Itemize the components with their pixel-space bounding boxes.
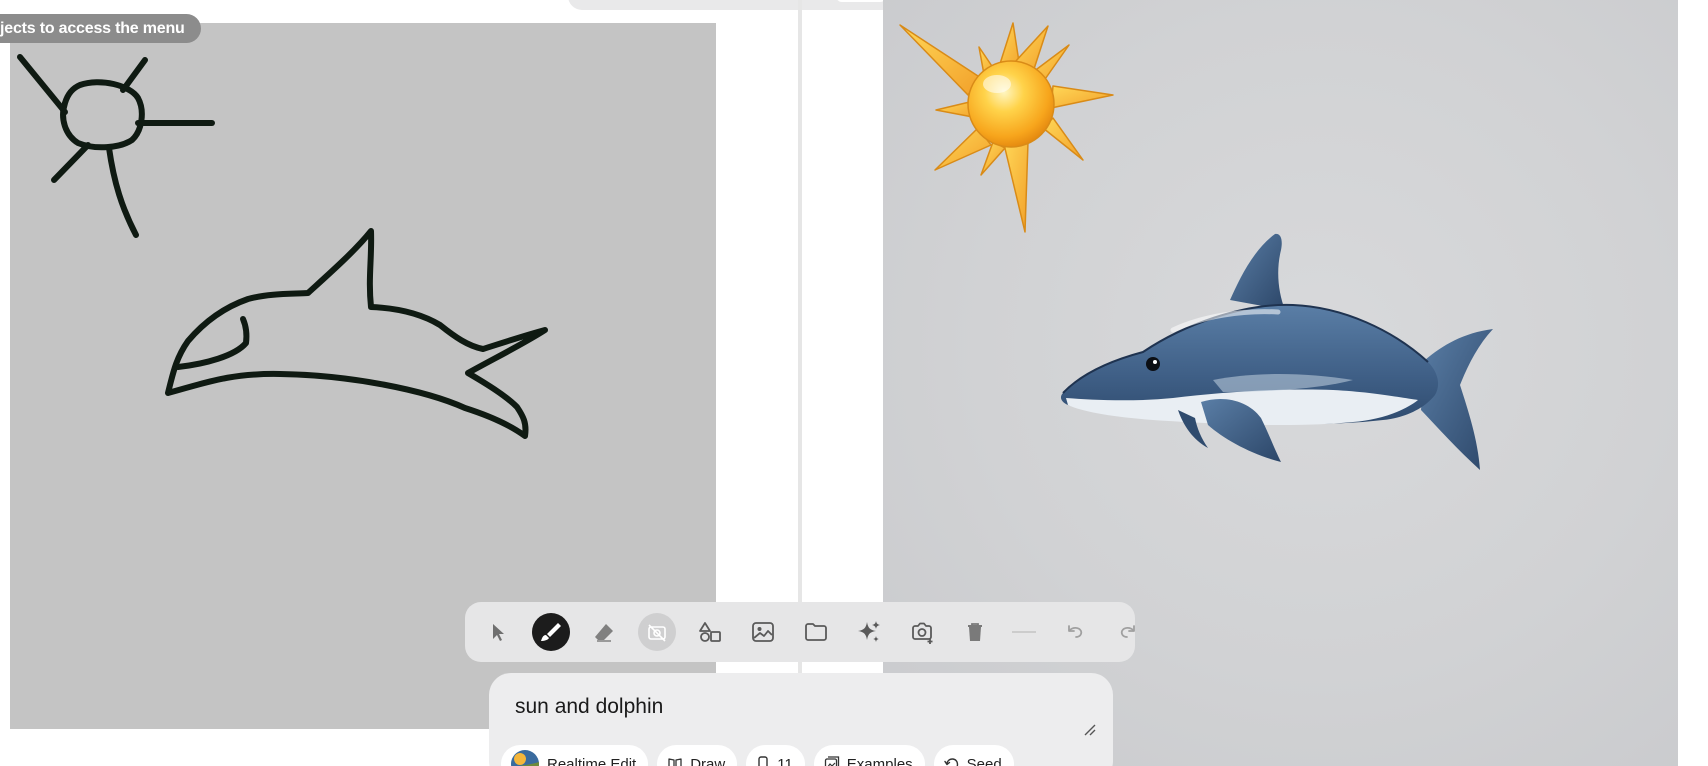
sketch-sun-circle xyxy=(60,79,145,151)
shapes-tool[interactable] xyxy=(691,613,729,651)
sketch-sun-ray xyxy=(120,57,148,93)
camera-plus-icon xyxy=(912,622,933,644)
eraser-icon xyxy=(595,624,613,642)
folder-icon xyxy=(805,623,827,641)
examples-label: Examples xyxy=(846,755,913,766)
redo-icon xyxy=(1120,625,1135,638)
brush-tool[interactable] xyxy=(532,613,570,651)
undo-button[interactable] xyxy=(1056,613,1094,651)
capture-tool[interactable] xyxy=(638,613,676,651)
prompt-options: Realtime Edit Draw 11 Examples Seed xyxy=(501,745,1023,766)
sketch-sun-ray xyxy=(51,142,91,183)
image-tool[interactable] xyxy=(744,613,782,651)
refresh-icon xyxy=(943,756,960,766)
examples-chip[interactable]: Examples xyxy=(813,745,925,766)
drawing-toolbar xyxy=(465,602,1135,662)
image-icon xyxy=(752,622,774,642)
menu-hint-tooltip: jects to access the menu xyxy=(0,14,201,43)
page-margin xyxy=(1678,0,1708,766)
snapshot-tool[interactable] xyxy=(903,613,941,651)
undo-icon xyxy=(1068,625,1083,638)
sketch-sun xyxy=(17,54,215,238)
prompt-input[interactable]: sun and dolphin xyxy=(515,695,663,719)
sparkles-icon xyxy=(858,621,880,642)
brush-icon xyxy=(541,623,561,641)
delete-tool[interactable] xyxy=(956,613,994,651)
redo-button[interactable] xyxy=(1109,613,1147,651)
count-chip[interactable]: 11 xyxy=(746,745,805,766)
sketch-sun-ray xyxy=(106,145,139,238)
app-stage: jects to access the menu sun and dolphin… xyxy=(0,0,1708,766)
draw-label: Draw xyxy=(690,755,726,766)
sketch-sun-ray xyxy=(17,54,68,115)
eraser-tool[interactable] xyxy=(585,613,623,651)
shapes-icon xyxy=(699,622,721,642)
ai-tool[interactable] xyxy=(850,613,888,651)
phone-icon xyxy=(756,756,770,766)
prompt-panel: sun and dolphin Realtime Edit Draw 11 Ex… xyxy=(489,673,1113,766)
resize-handle-icon[interactable] xyxy=(1083,723,1097,737)
realtime-edit-label: Realtime Edit xyxy=(547,755,637,766)
sketch-dolphin xyxy=(165,228,548,439)
select-tool[interactable] xyxy=(479,613,517,651)
seed-chip[interactable]: Seed xyxy=(933,745,1014,766)
camera-off-icon xyxy=(648,624,666,642)
output-sun xyxy=(899,22,1114,233)
draw-chip[interactable]: Draw xyxy=(657,745,738,766)
cursor-icon xyxy=(493,624,504,641)
realtime-edit-chip[interactable]: Realtime Edit xyxy=(501,745,649,766)
book-icon xyxy=(667,756,683,766)
sketch-dolphin-body xyxy=(165,228,548,439)
gallery-icon xyxy=(824,756,840,766)
realtime-edit-thumbnail xyxy=(511,750,539,766)
output-dolphin xyxy=(1060,233,1493,470)
top-panel-handle xyxy=(836,0,886,2)
count-label: 11 xyxy=(777,755,793,766)
seed-label: Seed xyxy=(966,755,1002,766)
folder-tool[interactable] xyxy=(797,613,835,651)
trash-icon xyxy=(968,623,982,641)
toolbar-separator xyxy=(1012,631,1036,633)
